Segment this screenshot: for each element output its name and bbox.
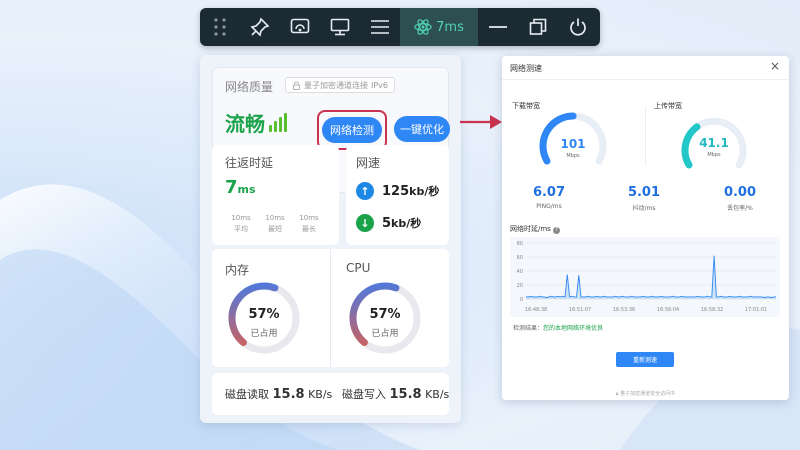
x-tick-label: 16:51:07 — [569, 307, 591, 313]
encryption-badge: 量子加密通道连接 IPv6 — [285, 77, 396, 93]
grip-icon[interactable] — [200, 8, 240, 46]
result-line: 检测结果：您的本地网络环境优良 — [513, 325, 604, 332]
pin-icon[interactable] — [240, 8, 280, 46]
atom-icon — [414, 19, 432, 35]
lock-icon: 🔒︎ — [615, 391, 619, 397]
ping-value: 7ms — [436, 19, 464, 35]
power-icon[interactable] — [558, 8, 598, 46]
cast-icon[interactable] — [280, 8, 320, 46]
disk-read: 磁盘读取 15.8 KB/s — [225, 387, 333, 402]
dialog-title: 网络测速 — [510, 64, 542, 73]
download-unit: Mbps — [566, 153, 580, 159]
rtt-stat-max: 10ms 最长 — [299, 214, 319, 233]
upload-speed: ↑ 125kb/秒 — [356, 182, 439, 200]
resource-card: 内存 57% 已占用 CPU 57% 已占用 — [212, 249, 449, 367]
y-tick-label: 80 — [517, 241, 523, 247]
result-text: 您的本地网络环境优良 — [543, 325, 604, 332]
top-toolbar: 7ms — [200, 8, 600, 46]
jitter-stat-label: 抖动/ms — [632, 205, 656, 212]
close-icon[interactable]: × — [770, 59, 780, 73]
menu-icon[interactable] — [360, 8, 400, 46]
info-icon: ? — [553, 227, 561, 234]
rtt-card: 往返时延 7ms 10ms 平均 10ms 最短 10ms 最长 — [212, 145, 339, 245]
detect-highlight: 网络检测 — [317, 110, 387, 150]
arrow-down-icon: ↓ — [356, 214, 374, 232]
download-value: 101 — [560, 137, 586, 151]
network-panel: 网络质量 量子加密通道连接 IPv6 流畅 网络检测 一键优化 往返时延 7ms… — [200, 55, 461, 423]
x-tick-label: 16:48:38 — [525, 307, 547, 313]
rtt-value: 7ms — [225, 177, 256, 198]
bw-divider — [645, 106, 646, 166]
restore-icon[interactable] — [518, 8, 558, 46]
minimize-icon[interactable] — [478, 8, 518, 46]
cpu-title: CPU — [346, 261, 371, 275]
loss-stat-value: 0.00 — [723, 185, 757, 200]
rtt-stat-avg: 10ms 平均 — [231, 214, 251, 233]
rtt-title: 往返时延 — [225, 156, 274, 170]
quality-title: 网络质量 — [225, 80, 274, 94]
memory-title: 内存 — [225, 263, 250, 277]
upload-unit: Mbps — [707, 152, 721, 158]
x-tick-label: 17:01:01 — [745, 307, 767, 313]
badge-text: 量子加密通道连接 — [304, 80, 368, 90]
monitor-icon[interactable] — [320, 8, 360, 46]
badge-version: IPv6 — [371, 80, 389, 90]
ping-stat-value: 6.07 — [532, 185, 566, 200]
rtt-stat-min: 10ms 最短 — [265, 214, 285, 233]
speed-title: 网速 — [356, 156, 381, 170]
ping-indicator[interactable]: 7ms — [400, 8, 478, 46]
network-detect-button[interactable]: 网络检测 — [322, 117, 382, 143]
divider — [330, 249, 331, 367]
optimize-button[interactable]: 一键优化 — [394, 116, 450, 142]
y-tick-label: 20 — [517, 283, 523, 289]
latency-chart: 0 20 40 60 80 16:48:38 16:51:07 16:53:36 16:56:0… — [510, 237, 780, 317]
download-speed: ↓ 5kb/秒 — [356, 214, 421, 232]
cpu-sub: 已占用 — [371, 329, 399, 339]
y-tick-label: 60 — [517, 255, 523, 261]
pointer-arrow-icon — [460, 115, 502, 129]
jitter-stat-value: 5.01 — [627, 185, 661, 200]
speed-test-dialog: 网络测速 × 下载带宽 101 Mbps 上传带宽 41.1 Mbps 6.07… — [502, 56, 789, 400]
x-tick-label: 16:56:04 — [657, 307, 679, 313]
footer-note: 🔒︎ 量子加密通道安全访问中 — [615, 391, 676, 397]
upload-title: 上传带宽 — [654, 102, 682, 110]
speed-card: 网速 ↑ 125kb/秒 ↓ 5kb/秒 — [346, 145, 449, 245]
latency-title: 网络时延/ms ? — [510, 224, 561, 234]
lock-icon — [292, 80, 301, 90]
quality-status: 流畅 — [225, 112, 265, 136]
memory-percent: 57% — [248, 307, 280, 322]
disk-card: 磁盘读取 15.8 KB/s 磁盘写入 15.8 KB/s — [212, 373, 449, 415]
loss-stat-label: 丢包率/% — [727, 205, 753, 212]
retest-button[interactable]: 重新测速 — [616, 352, 674, 367]
y-tick-label: 40 — [517, 269, 523, 275]
dialog-divider — [502, 79, 789, 80]
upload-value: 41.1 — [699, 136, 729, 150]
disk-write: 磁盘写入 15.8 KB/s — [342, 387, 450, 402]
ping-stat-label: PING/ms — [536, 203, 562, 210]
signal-bars-icon — [269, 112, 287, 132]
download-title: 下载带宽 — [512, 102, 540, 110]
x-tick-label: 16:53:36 — [613, 307, 635, 313]
x-tick-label: 16:58:32 — [701, 307, 723, 313]
arrow-up-icon: ↑ — [356, 182, 374, 200]
cpu-percent: 57% — [369, 307, 401, 322]
y-tick-label: 0 — [520, 297, 523, 303]
memory-sub: 已占用 — [250, 329, 278, 339]
